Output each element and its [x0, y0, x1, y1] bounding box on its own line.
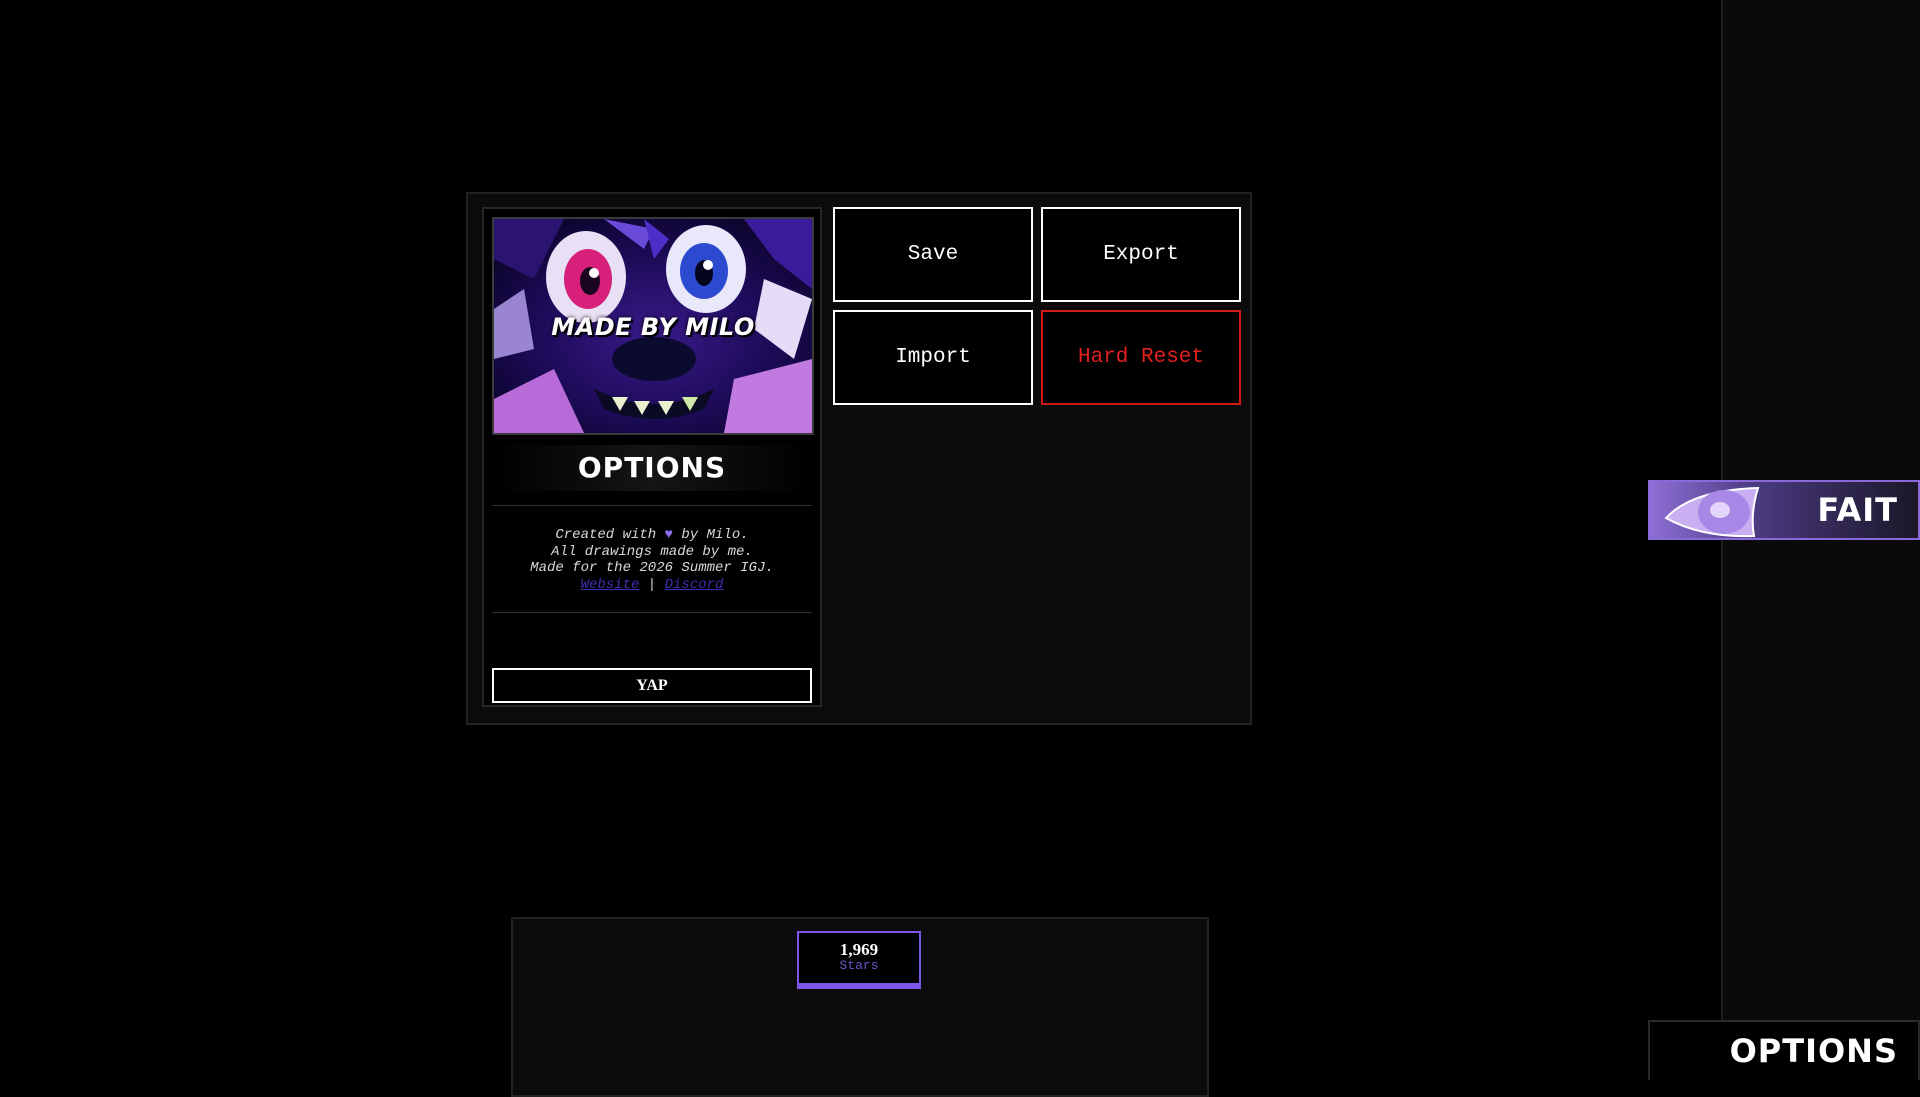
fait-tab[interactable]: FAIT	[1648, 480, 1920, 540]
link-separator: |	[647, 576, 657, 593]
options-panel: MADE BY MILO OPTIONS Created with ♥ by M…	[466, 192, 1252, 725]
heart-icon: ♥	[664, 527, 673, 543]
export-button[interactable]: Export	[1041, 207, 1241, 302]
hard-reset-button[interactable]: Hard Reset	[1041, 310, 1241, 405]
import-button[interactable]: Import	[833, 310, 1033, 405]
credits-line-1-end: by Milo.	[681, 527, 749, 543]
yap-button[interactable]: YAP	[492, 668, 812, 703]
divider	[492, 505, 812, 506]
divider	[492, 612, 812, 613]
art-caption: MADE BY MILO	[551, 313, 755, 341]
character-artwork: MADE BY MILO	[492, 217, 814, 435]
card-title: OPTIONS	[492, 445, 812, 491]
discord-link[interactable]: Discord	[665, 577, 724, 593]
stars-label: Stars	[839, 958, 879, 973]
eye-icon	[1664, 486, 1760, 538]
credits-line-1-start: Created with	[555, 527, 657, 543]
credits-links: Website | Discord	[484, 577, 820, 594]
right-side-panel	[1721, 0, 1920, 1080]
credits: Created with ♥ by Milo. All drawings mad…	[484, 527, 820, 593]
info-card: MADE BY MILO OPTIONS Created with ♥ by M…	[482, 207, 822, 707]
credits-line-2: All drawings made by me.	[551, 543, 753, 560]
save-button[interactable]: Save	[833, 207, 1033, 302]
stars-counter: 1,969 Stars	[797, 931, 921, 989]
website-link[interactable]: Website	[581, 577, 640, 593]
options-tab[interactable]: OPTIONS	[1648, 1020, 1920, 1080]
options-tab-label: OPTIONS	[1729, 1032, 1898, 1070]
credits-line-3: Made for the 2026 Summer IGJ.	[530, 560, 774, 576]
credits-line-1: Created with ♥ by Milo.	[484, 527, 820, 544]
fait-label: FAIT	[1817, 491, 1898, 529]
stars-value: 1,969	[839, 940, 879, 959]
